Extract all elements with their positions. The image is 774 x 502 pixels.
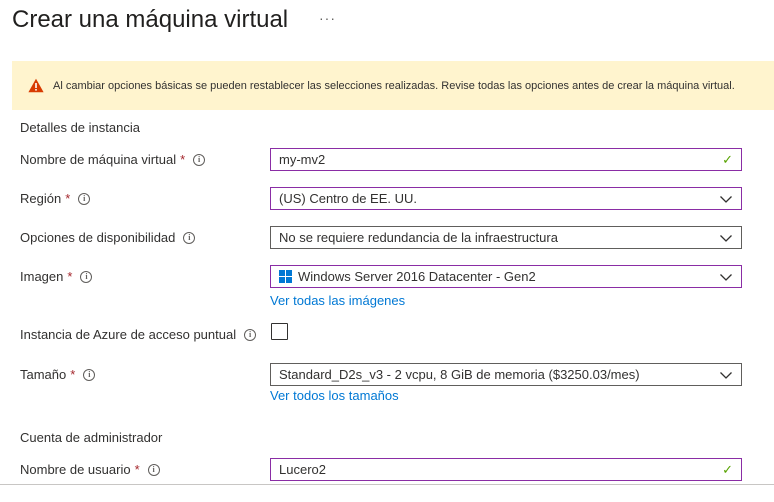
checkmark-icon: ✓ [722, 461, 733, 477]
region-select[interactable]: (US) Centro de EE. UU. [270, 187, 742, 210]
warning-banner: Al cambiar opciones básicas se pueden re… [12, 61, 774, 110]
info-icon[interactable]: i [193, 154, 206, 166]
info-icon[interactable]: i [147, 464, 160, 476]
chevron-down-icon [720, 195, 732, 203]
required-marker: * [134, 462, 140, 477]
required-marker: * [180, 152, 186, 167]
image-select[interactable]: Windows Server 2016 Datacenter - Gen2 [270, 265, 742, 288]
username-input[interactable]: Lucero2 ✓ [270, 458, 742, 481]
spot-instance-label: Instancia de Azure de acceso puntual i [20, 327, 257, 343]
username-label: Nombre de usuario * i [20, 462, 160, 478]
info-icon[interactable]: i [183, 232, 196, 244]
info-icon[interactable]: i [244, 329, 257, 341]
footer-divider [0, 484, 774, 485]
availability-select[interactable]: No se requiere redundancia de la infraes… [270, 226, 742, 249]
info-icon[interactable]: i [78, 193, 91, 205]
vm-name-label: Nombre de máquina virtual * i [20, 152, 206, 168]
info-icon[interactable]: i [80, 271, 93, 283]
warning-icon [28, 78, 44, 93]
warning-text: Al cambiar opciones básicas se pueden re… [53, 79, 735, 92]
page-title: Crear una máquina virtual [12, 6, 289, 33]
windows-icon [279, 270, 292, 283]
chevron-down-icon [720, 234, 732, 242]
image-label: Imagen * i [20, 269, 93, 285]
see-all-images-link[interactable]: Ver todas las imágenes [270, 293, 405, 309]
chevron-down-icon [720, 371, 732, 379]
spot-instance-checkbox[interactable] [271, 323, 288, 340]
availability-label: Opciones de disponibilidad i [20, 230, 196, 246]
size-select[interactable]: Standard_D2s_v3 - 2 vcpu, 8 GiB de memor… [270, 363, 742, 386]
see-all-sizes-link[interactable]: Ver todos los tamaños [270, 388, 399, 404]
chevron-down-icon [720, 273, 732, 281]
required-marker: * [65, 191, 71, 206]
required-marker: * [67, 269, 73, 284]
checkmark-icon: ✓ [722, 151, 733, 167]
more-options-button[interactable]: ··· [319, 8, 336, 28]
size-label: Tamaño * i [20, 367, 96, 383]
instance-details-heading: Detalles de instancia [20, 120, 140, 135]
vm-name-input[interactable]: my-mv2 ✓ [270, 148, 742, 171]
region-label: Región * i [20, 191, 91, 207]
info-icon[interactable]: i [83, 369, 96, 381]
required-marker: * [70, 367, 76, 382]
admin-account-heading: Cuenta de administrador [20, 430, 163, 445]
